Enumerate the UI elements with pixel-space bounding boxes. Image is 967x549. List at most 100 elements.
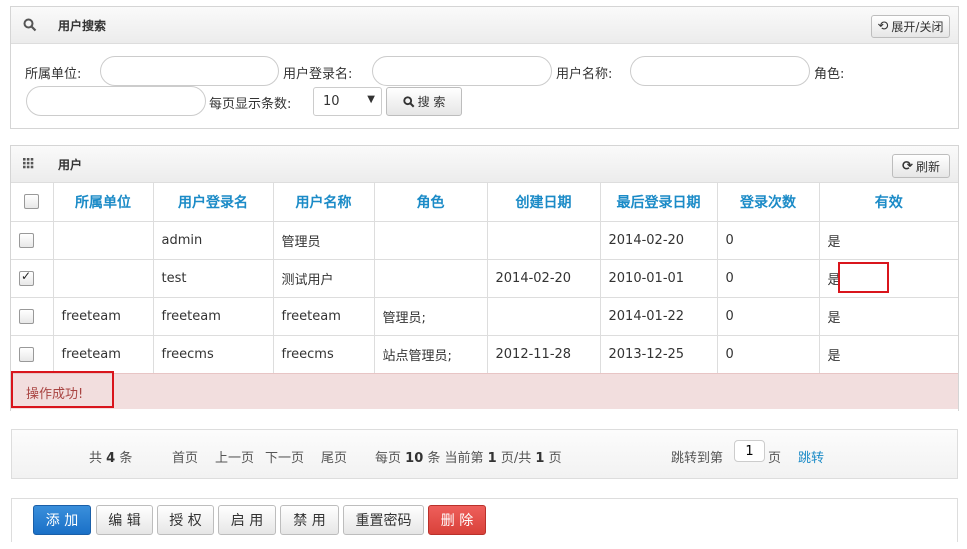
- cell-role: [373, 220, 488, 260]
- cell-created: [486, 220, 601, 260]
- column-header[interactable]: 角色: [373, 183, 488, 222]
- cell-created: 2012-11-28: [486, 334, 601, 374]
- highlight-box-valid: [838, 262, 889, 293]
- last-page-link[interactable]: 尾页: [321, 447, 347, 466]
- jump-button[interactable]: 跳转: [798, 447, 824, 466]
- unit-label: 所属单位:: [25, 67, 82, 82]
- jump-page-input[interactable]: [734, 440, 765, 462]
- reset-password-button[interactable]: 重置密码: [343, 505, 424, 535]
- user-name-label: 用户名称:: [556, 67, 613, 82]
- table-row[interactable]: freeteam freecms freecms 站点管理员; 2012-11-…: [11, 334, 958, 374]
- search-icon: [402, 95, 415, 107]
- jump-suffix: 页: [768, 451, 782, 466]
- cell-login: admin: [152, 220, 274, 260]
- table-row[interactable]: freeteam freeteam freeteam 管理员; 2014-01-…: [11, 296, 958, 336]
- refresh-label: 刷新: [915, 159, 940, 174]
- cell-login: test: [152, 258, 274, 298]
- cell-last-login: 2014-01-22: [599, 296, 718, 336]
- table-row[interactable]: admin 管理员 2014-02-20 0 是: [11, 220, 958, 260]
- cell-valid: 是: [818, 220, 958, 260]
- search-panel: 用户搜索 ⟲ 展开/关闭 所属单位: 用户登录名: 用户名称: 角色: 每页显示…: [10, 6, 959, 129]
- column-header[interactable]: 用户登录名: [152, 183, 274, 222]
- refresh-toggle-icon: ⟲: [877, 19, 889, 34]
- role-label: 角色:: [814, 67, 845, 82]
- grid-icon: [23, 158, 34, 169]
- cell-role: [373, 258, 488, 298]
- add-button[interactable]: 添 加: [33, 505, 91, 535]
- cell-last-login: 2014-02-20: [599, 220, 718, 260]
- grant-button[interactable]: 授 权: [157, 505, 214, 535]
- pagination-bar: 共 4 条 首页 上一页 下一页 尾页 每页 10 条 当前第 1 页/共 1 …: [11, 429, 958, 479]
- column-header[interactable]: 最后登录日期: [599, 183, 718, 222]
- login-name-input[interactable]: [372, 56, 552, 86]
- column-header[interactable]: 登录次数: [716, 183, 820, 222]
- action-toolbar: 添 加 编 辑 授 权 启 用 禁 用 重置密码 删 除: [11, 498, 958, 542]
- user-panel-title: 用户: [58, 158, 83, 172]
- cell-last-login: 2010-01-01: [599, 258, 718, 298]
- highlight-box-message: [11, 371, 114, 408]
- table-header-row: 所属单位 用户登录名 用户名称 角色 创建日期 最后登录日期 登录次数 有效: [11, 183, 958, 222]
- page-size-value: 10: [323, 94, 340, 109]
- user-name-input[interactable]: [630, 56, 810, 86]
- page-size-select[interactable]: 10 ▼: [313, 87, 382, 116]
- cell-role: 站点管理员;: [373, 334, 488, 374]
- page-size-label: 每页显示条数:: [209, 97, 292, 112]
- disable-button[interactable]: 禁 用: [280, 505, 339, 535]
- cell-unit: [52, 258, 154, 298]
- prev-page-link[interactable]: 上一页: [215, 447, 254, 466]
- search-button[interactable]: 搜 索: [386, 87, 462, 116]
- user-panel: 用户 ⟳ 刷新 所属单位 用户登录名 用户名称 角色 创建日期 最后登录日期 登…: [10, 145, 959, 411]
- role-input[interactable]: [26, 86, 206, 116]
- select-all-checkbox[interactable]: [24, 194, 40, 210]
- search-icon: [23, 18, 37, 32]
- select-all-cell[interactable]: [11, 183, 54, 222]
- unit-input[interactable]: [100, 56, 279, 86]
- column-header[interactable]: 创建日期: [486, 183, 601, 222]
- cell-count: 0: [716, 258, 820, 298]
- toggle-label: 展开/关闭: [891, 20, 944, 34]
- cell-valid: 是: [818, 296, 958, 336]
- cell-count: 0: [716, 334, 820, 374]
- chevron-down-icon: ▼: [367, 94, 375, 105]
- cell-name: freecms: [272, 334, 375, 374]
- refresh-icon: ⟳: [902, 158, 913, 174]
- cell-created: [486, 296, 601, 336]
- cell-unit: [52, 220, 154, 260]
- next-page-link[interactable]: 下一页: [265, 447, 304, 466]
- cell-count: 0: [716, 220, 820, 260]
- row-checkbox[interactable]: [19, 346, 34, 362]
- page-info: 每页 10 条 当前第 1 页/共 1 页: [375, 451, 562, 466]
- edit-button[interactable]: 编 辑: [96, 505, 153, 535]
- search-panel-header: 用户搜索 ⟲ 展开/关闭: [11, 7, 958, 44]
- cell-unit: freeteam: [52, 296, 154, 336]
- total-count: 共 4 条: [89, 451, 133, 466]
- search-panel-title: 用户搜索: [58, 19, 107, 33]
- cell-name: 测试用户: [272, 258, 375, 298]
- column-header[interactable]: 有效: [818, 183, 958, 222]
- cell-valid: 是: [818, 334, 958, 374]
- column-header[interactable]: 用户名称: [272, 183, 375, 222]
- first-page-link[interactable]: 首页: [172, 447, 198, 466]
- enable-button[interactable]: 启 用: [218, 505, 276, 535]
- toggle-search-button[interactable]: ⟲ 展开/关闭: [871, 15, 950, 38]
- user-table: 所属单位 用户登录名 用户名称 角色 创建日期 最后登录日期 登录次数 有效 a…: [11, 183, 958, 374]
- row-checkbox[interactable]: [19, 269, 34, 286]
- cell-name: 管理员: [272, 220, 375, 260]
- column-header[interactable]: 所属单位: [52, 183, 154, 222]
- cell-unit: freeteam: [52, 334, 154, 374]
- row-checkbox[interactable]: [19, 232, 34, 248]
- table-row[interactable]: test 测试用户 2014-02-20 2010-01-01 0 是: [11, 258, 958, 298]
- refresh-button[interactable]: ⟳ 刷新: [892, 154, 950, 178]
- cell-role: 管理员;: [373, 296, 488, 336]
- login-name-label: 用户登录名:: [283, 67, 353, 82]
- search-button-label: 搜 索: [417, 95, 446, 109]
- row-checkbox[interactable]: [19, 308, 34, 324]
- cell-login: freecms: [152, 334, 274, 374]
- delete-button[interactable]: 删 除: [428, 505, 486, 535]
- jump-label: 跳转到第: [671, 451, 724, 466]
- cell-login: freeteam: [152, 296, 274, 336]
- cell-count: 0: [716, 296, 820, 336]
- user-panel-header: 用户 ⟳ 刷新: [11, 146, 958, 183]
- cell-name: freeteam: [272, 296, 375, 336]
- cell-created: 2014-02-20: [486, 258, 601, 298]
